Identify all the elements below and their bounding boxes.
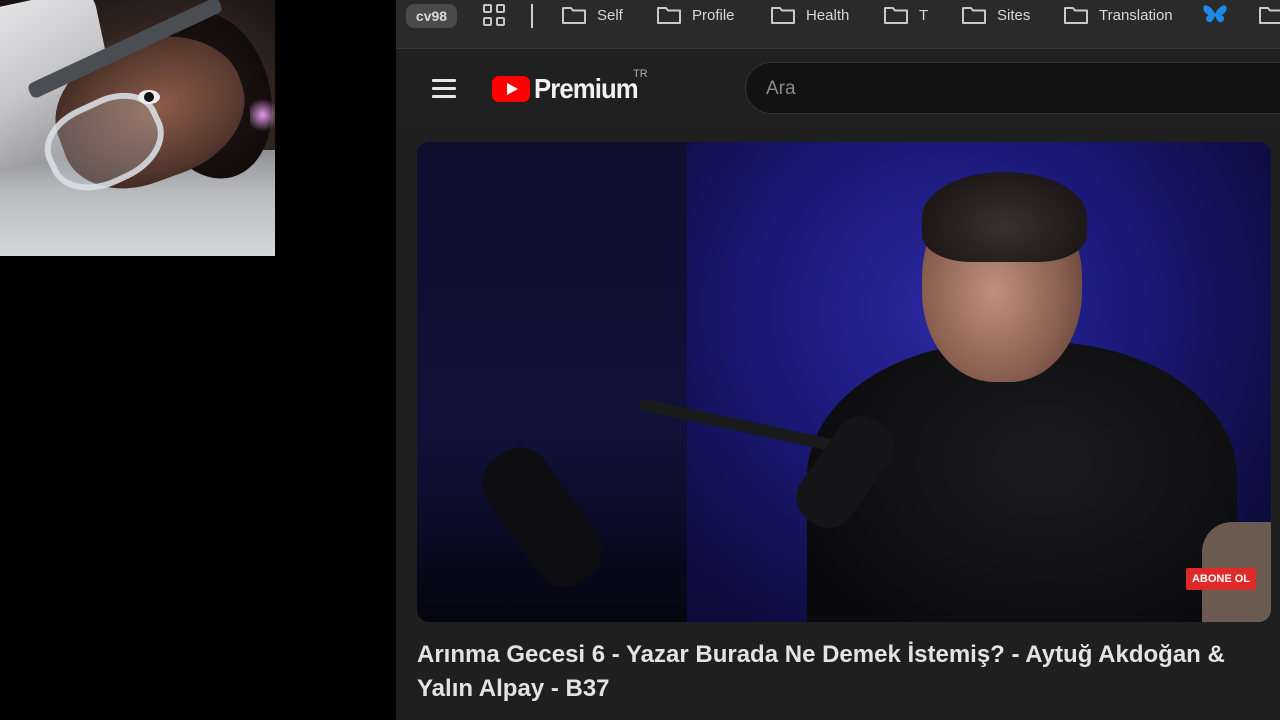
region-code: TR — [633, 68, 648, 80]
logo-text: Premium — [534, 73, 639, 104]
youtube-play-icon — [492, 76, 530, 102]
youtube-header: Premium TR — [396, 50, 1280, 130]
bookmark-label: Profile — [692, 6, 735, 24]
bookmarks-divider — [531, 4, 533, 28]
video-title: Arınma Gecesi 6 - Yazar Burada Ne Demek … — [417, 641, 1225, 702]
folder-icon — [770, 6, 796, 25]
bookmark-label: Health — [806, 6, 850, 24]
browser-window: cv98 Self Profile Health T Sites Transla… — [396, 0, 1280, 720]
bookmark-label: Sites — [997, 6, 1031, 24]
folder-icon — [1258, 6, 1280, 25]
bookmark-folder-sites[interactable]: Sites — [961, 4, 1030, 26]
webcam-light-glow — [250, 95, 275, 135]
bookmark-label: Translation — [1099, 6, 1173, 24]
bookmarks-bar: cv98 Self Profile Health T Sites Transla… — [396, 0, 1280, 49]
bookmark-folder-self[interactable]: Self — [561, 4, 623, 26]
webcam-overlay — [0, 0, 275, 256]
bookmark-folder-t[interactable]: T — [883, 4, 928, 26]
bookmark-label: T — [919, 6, 929, 24]
hamburger-menu-icon[interactable] — [432, 79, 456, 99]
folder-icon — [1063, 6, 1089, 25]
video-person-hair — [922, 172, 1087, 262]
profile-chip[interactable]: cv98 — [406, 4, 457, 28]
folder-icon — [883, 6, 909, 25]
youtube-premium-logo[interactable]: Premium — [492, 73, 647, 105]
folder-icon — [961, 6, 987, 25]
bookmark-folder-translation[interactable]: Translation — [1063, 4, 1173, 26]
butterfly-icon[interactable] — [1202, 3, 1228, 27]
subscribe-badge: ABONE OL — [1186, 568, 1256, 590]
folder-icon — [561, 6, 587, 25]
folder-icon — [656, 6, 682, 25]
bookmark-folder-overflow[interactable] — [1258, 4, 1280, 26]
video-player[interactable]: ABONE OL — [417, 142, 1271, 622]
bookmark-label: Self — [597, 6, 623, 24]
bookmark-folder-health[interactable]: Health — [770, 4, 849, 26]
search-input[interactable] — [766, 77, 1266, 101]
webcam-eye — [138, 90, 160, 104]
bookmark-folder-profile[interactable]: Profile — [656, 4, 735, 26]
apps-grid-icon[interactable] — [483, 4, 505, 26]
search-box[interactable] — [745, 62, 1280, 114]
